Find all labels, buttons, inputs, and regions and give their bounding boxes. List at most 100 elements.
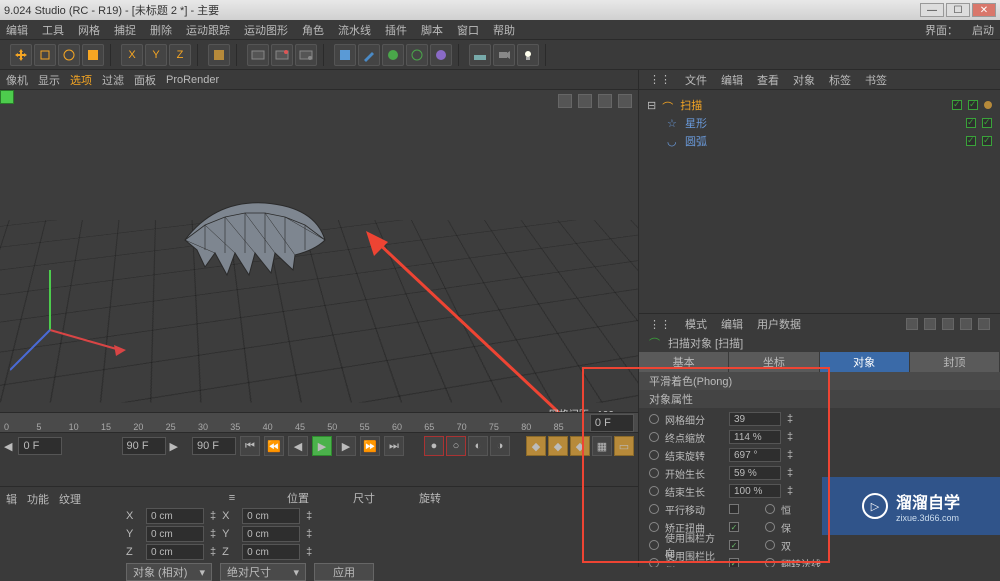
goto-end[interactable]: ⏭ [384,436,404,456]
timeline-ruler[interactable]: 05 1015 2025 3035 4045 5055 6065 7075 80… [0,413,638,433]
sweep-model[interactable] [175,195,335,285]
parallel-check[interactable] [729,504,739,514]
light-tool[interactable] [517,44,539,66]
scale-tool[interactable] [34,44,56,66]
goto-start[interactable]: ⏮ [240,436,260,456]
size-mode-dropdown[interactable]: 绝对尺寸▾ [220,563,306,581]
nav-pan-icon[interactable] [558,94,572,108]
view-tab[interactable]: 面板 [134,72,156,88]
attr-new-icon[interactable] [978,318,990,330]
close-button[interactable]: ✕ [972,3,996,17]
view-tab[interactable]: 像机 [6,72,28,88]
nav-zoom-icon[interactable] [578,94,592,108]
autokey-button[interactable]: ○ [446,436,466,456]
key-rot[interactable]: ◑ [490,436,510,456]
play-button[interactable]: ▶ [312,436,332,456]
next-frame[interactable]: ▶ [336,436,356,456]
render-settings[interactable] [295,44,317,66]
cur-frame-field[interactable]: 90 F [192,437,236,455]
bp-tab[interactable]: 功能 [27,491,49,563]
range-start-icon[interactable]: ◀ [4,440,12,453]
om-tab[interactable]: 标签 [829,72,851,88]
render-region[interactable] [271,44,293,66]
camera-tool[interactable] [493,44,515,66]
key-opt2[interactable]: ◆ [548,436,568,456]
end-rot-field[interactable]: 697 ° [729,448,781,462]
menu-item[interactable]: 脚本 [421,22,443,38]
attr-tab[interactable]: 用户数据 [757,316,801,332]
range-end-icon[interactable]: ▶ [170,440,178,453]
maximize-button[interactable]: ☐ [946,3,970,17]
key-opt5[interactable]: ▭ [614,436,634,456]
end-scale-field[interactable]: 114 % [729,430,781,444]
floor-tool[interactable] [469,44,491,66]
bp-tab[interactable]: 辑 [6,491,17,563]
prev-frame[interactable]: ◀ [288,436,308,456]
end-frame-field[interactable]: 90 F [122,437,166,455]
record-button[interactable]: ● [424,436,444,456]
tree-item-sweep[interactable]: ⊟⌒ 扫描 [647,96,992,114]
mesh-subdiv-field[interactable]: 39 [729,412,781,426]
view-tab[interactable]: 过滤 [102,72,124,88]
move-tool[interactable] [10,44,32,66]
nav-orbit-icon[interactable] [598,94,612,108]
last-tool[interactable] [82,44,104,66]
coord-mode-dropdown[interactable]: 对象 (相对)▾ [126,563,212,581]
attr-tab[interactable]: 模式 [685,316,707,332]
rail-scale-check[interactable]: ✓ [729,558,739,567]
tree-item-arc[interactable]: ◡ 圆弧 [647,132,992,150]
tab-caps[interactable]: 封顶 [910,352,1000,372]
attr-tab[interactable]: 编辑 [721,316,743,332]
om-tab[interactable]: 查看 [757,72,779,88]
om-tab[interactable]: 编辑 [721,72,743,88]
key-opt3[interactable]: ◆ [570,436,590,456]
pos-z[interactable]: 0 cm [146,544,204,560]
rail-dir-check[interactable]: ✓ [729,540,739,550]
size-z[interactable]: 0 cm [242,544,300,560]
coord-system[interactable] [208,44,230,66]
axis-z-toggle[interactable]: Z [169,44,191,66]
minimize-button[interactable]: — [920,3,944,17]
menu-item[interactable]: 编辑 [6,22,28,38]
next-key[interactable]: ⏩ [360,436,380,456]
view-tab[interactable]: ProRender [166,74,219,86]
menu-item[interactable]: 网格 [78,22,100,38]
tree-item-star[interactable]: ☆ 星形 [647,114,992,132]
menu-item[interactable]: 角色 [302,22,324,38]
nav-layout-icon[interactable] [618,94,632,108]
tab-coord[interactable]: 坐标 [729,352,819,372]
axis-x-toggle[interactable]: X [121,44,143,66]
attr-lock-icon[interactable] [960,318,972,330]
visibility-toggle[interactable] [952,100,962,110]
twist-check[interactable]: ✓ [729,522,739,532]
attr-nav-up-icon[interactable] [942,318,954,330]
tab-phong[interactable]: 平滑着色(Phong) [639,372,1000,390]
om-tab[interactable]: 书签 [865,72,887,88]
menu-item[interactable]: 流水线 [338,22,371,38]
tab-object[interactable]: 对象 [820,352,910,372]
object-tree[interactable]: ⊟⌒ 扫描 ☆ 星形 ◡ 圆弧 [639,90,1000,313]
render-view[interactable] [247,44,269,66]
start-frame-field[interactable]: 0 F [18,437,62,455]
tab-basic[interactable]: 基本 [639,352,729,372]
pen-tool[interactable] [358,44,380,66]
primitive-cube[interactable] [334,44,356,66]
attr-nav-fwd-icon[interactable] [924,318,936,330]
menu-item[interactable]: 删除 [150,22,172,38]
key-opt1[interactable]: ◆ [526,436,546,456]
key-pos[interactable]: ◐ [468,436,488,456]
menu-item[interactable]: 窗口 [457,22,479,38]
extra-frame-field[interactable]: 0 F [590,414,634,432]
pos-y[interactable]: 0 cm [146,526,204,542]
apply-button[interactable]: 应用 [314,563,374,581]
view-tab[interactable]: 显示 [38,72,60,88]
axis-y-handle[interactable] [0,90,14,104]
menu-item[interactable]: 运动跟踪 [186,22,230,38]
phong-tag-icon[interactable] [984,101,992,109]
start-grow-field[interactable]: 59 % [729,466,781,480]
axis-y-toggle[interactable]: Y [145,44,167,66]
menu-item[interactable]: 捕捉 [114,22,136,38]
deformer[interactable] [430,44,452,66]
rotate-tool[interactable] [58,44,80,66]
attr-nav-back-icon[interactable] [906,318,918,330]
